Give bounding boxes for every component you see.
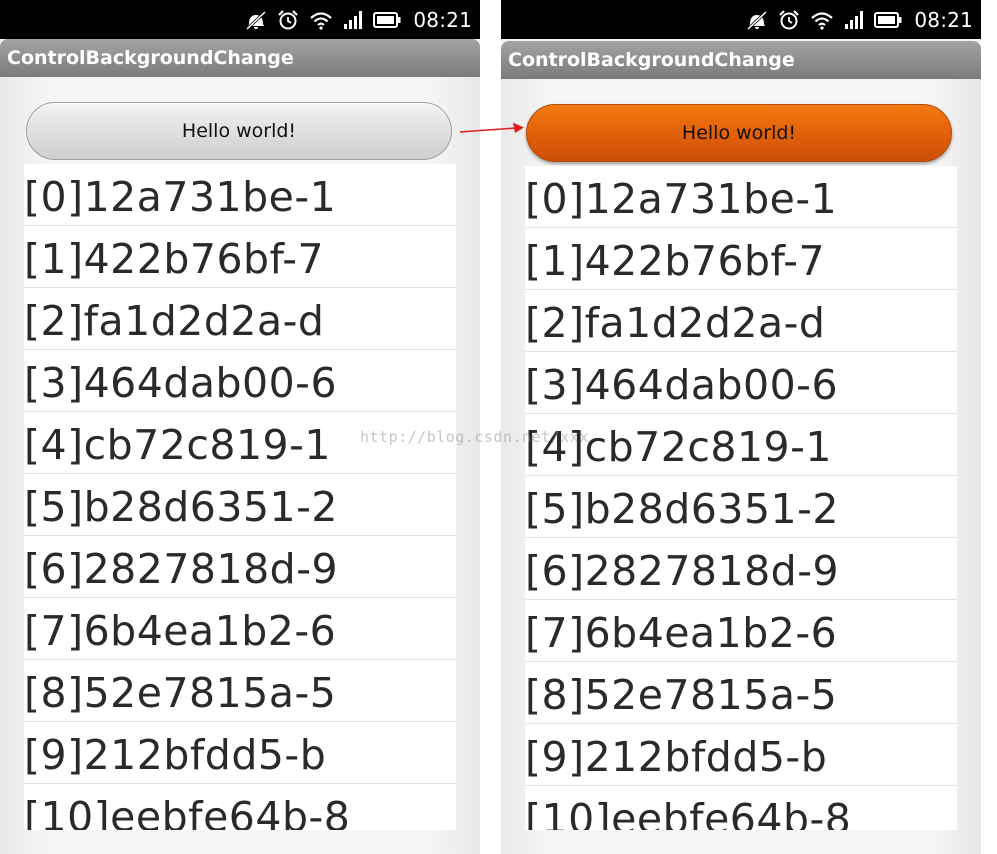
watermark: http://blog.csdn.net/xxx [360, 428, 589, 446]
list-item[interactable]: [2]fa1d2d2a-d [24, 288, 456, 350]
action-bar: ControlBackgroundChange [0, 39, 480, 77]
hello-world-button[interactable]: Hello world! [26, 102, 452, 160]
battery-icon [874, 11, 902, 28]
status-bar: 08:21 [0, 0, 480, 39]
list-item[interactable]: [6]2827818d-9 [24, 536, 456, 598]
list-item[interactable]: [6]2827818d-9 [525, 538, 957, 600]
alarm-clock-icon [779, 9, 800, 29]
list-item[interactable]: [1]422b76bf-7 [525, 228, 957, 290]
do-not-disturb-icon [747, 10, 768, 30]
do-not-disturb-icon [246, 10, 267, 30]
hello-world-button-label: Hello world! [181, 120, 297, 142]
list-item[interactable]: [1]422b76bf-7 [24, 226, 456, 288]
signal-strength-icon [344, 10, 363, 29]
list-item[interactable]: [3]464dab00-6 [24, 350, 456, 412]
list-item[interactable]: [7]6b4ea1b2-6 [24, 598, 456, 660]
alarm-clock-icon [278, 9, 299, 29]
list-item[interactable]: [0]12a731be-1 [525, 166, 957, 228]
list-item[interactable]: [9]212bfdd5-b [24, 722, 456, 784]
battery-icon [373, 11, 401, 28]
signal-strength-icon [845, 10, 864, 29]
list-item[interactable]: [10]eebfe64b-8 [24, 784, 456, 831]
action-bar: ControlBackgroundChange [501, 41, 981, 79]
list-item[interactable]: [8]52e7815a-5 [24, 660, 456, 722]
list-item[interactable]: [0]12a731be-1 [24, 164, 456, 226]
hello-world-button-label: Hello world! [681, 122, 797, 144]
list-item[interactable]: [7]6b4ea1b2-6 [525, 600, 957, 662]
content-area: Hello world! [0]12a731be-1 [1]422b76bf-7… [501, 79, 981, 854]
item-list[interactable]: [0]12a731be-1 [1]422b76bf-7 [2]fa1d2d2a-… [24, 164, 456, 830]
list-item[interactable]: [9]212bfdd5-b [525, 724, 957, 786]
status-bar: 08:21 [501, 0, 981, 39]
list-item[interactable]: [3]464dab00-6 [525, 352, 957, 414]
list-item[interactable]: [4]cb72c819-1 [525, 414, 957, 476]
app-title: ControlBackgroundChange [508, 49, 795, 71]
list-item[interactable]: [8]52e7815a-5 [525, 662, 957, 724]
list-item[interactable]: [2]fa1d2d2a-d [525, 290, 957, 352]
item-list[interactable]: [0]12a731be-1 [1]422b76bf-7 [2]fa1d2d2a-… [525, 166, 957, 830]
list-item[interactable]: [5]b28d6351-2 [24, 474, 456, 536]
wifi-icon [310, 11, 333, 30]
content-area: Hello world! [0]12a731be-1 [1]422b76bf-7… [0, 77, 480, 854]
hello-world-button-pressed[interactable]: Hello world! [526, 104, 952, 162]
wifi-icon [811, 11, 834, 30]
screen-normal-state: 08:21 ControlBackgroundChange Hello worl… [0, 0, 480, 854]
arrow-right-icon [459, 122, 524, 133]
list-item[interactable]: [10]eebfe64b-8 [525, 786, 957, 831]
list-item[interactable]: [5]b28d6351-2 [525, 476, 957, 538]
screen-pressed-state: 08:21 ControlBackgroundChange Hello worl… [501, 0, 981, 854]
app-title: ControlBackgroundChange [7, 47, 294, 69]
status-time: 08:21 [413, 7, 472, 32]
status-time: 08:21 [914, 7, 973, 32]
